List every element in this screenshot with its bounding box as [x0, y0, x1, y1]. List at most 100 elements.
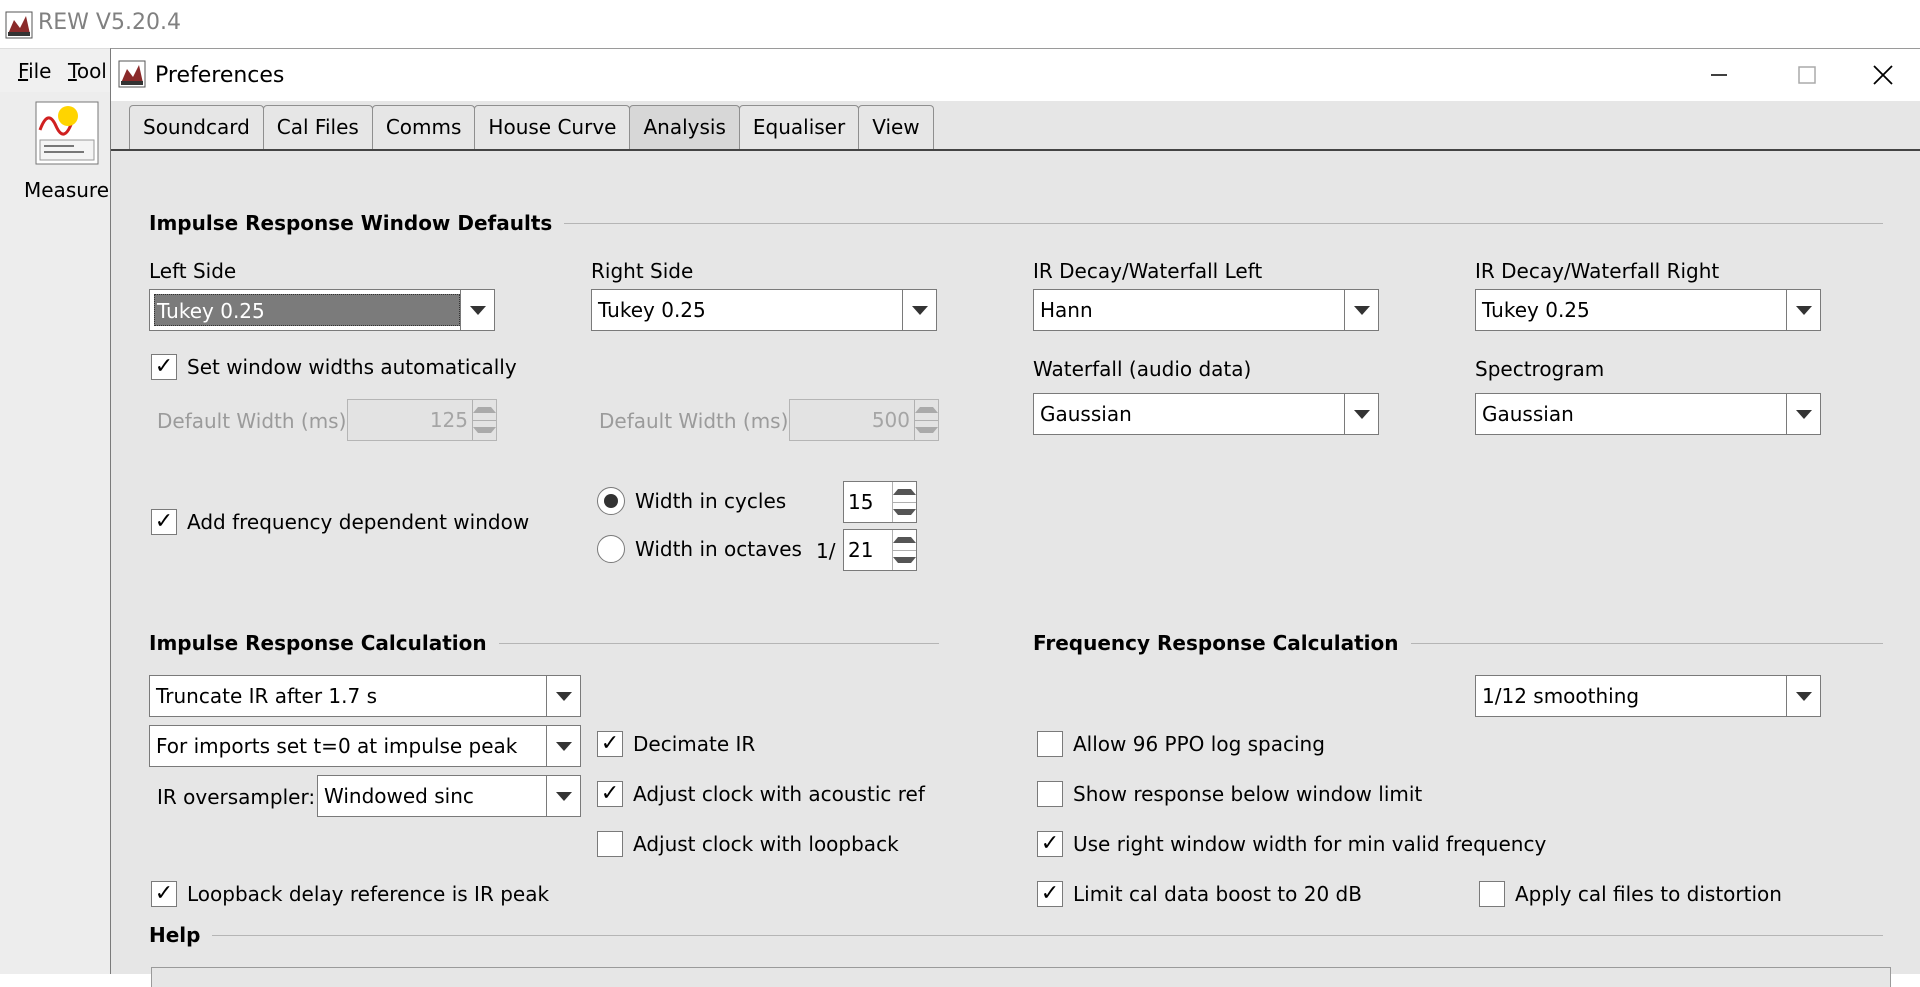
- checkbox-checked-icon[interactable]: ✓: [1037, 881, 1063, 907]
- use-right-width-checkbox[interactable]: ✓ Use right window width for min valid f…: [1037, 831, 1546, 857]
- checkbox-unchecked-icon[interactable]: [1037, 781, 1063, 807]
- ir-oversampler-value: Windowed sinc: [324, 784, 474, 808]
- allow-96-ppo-label: Allow 96 PPO log spacing: [1073, 732, 1325, 756]
- rew-app-icon: [5, 11, 33, 39]
- waterfall-audio-select[interactable]: Gaussian: [1033, 393, 1379, 435]
- close-icon: [1873, 65, 1893, 85]
- menu-tools[interactable]: Tool: [68, 59, 107, 83]
- limit-cal-boost-checkbox[interactable]: ✓ Limit cal data boost to 20 dB: [1037, 881, 1362, 907]
- truncate-ir-value: Truncate IR after 1.7 s: [156, 684, 378, 708]
- apply-cal-distortion-checkbox[interactable]: Apply cal files to distortion: [1479, 881, 1782, 907]
- ir-decay-right-label: IR Decay/Waterfall Right: [1475, 259, 1720, 283]
- chevron-down-icon[interactable]: [460, 290, 494, 330]
- loopback-delay-checkbox[interactable]: ✓ Loopback delay reference is IR peak: [151, 881, 549, 907]
- chevron-down-icon[interactable]: [546, 676, 580, 716]
- section-help: Help: [149, 923, 1883, 947]
- freq-dependent-window-checkbox[interactable]: ✓ Add frequency dependent window: [151, 509, 529, 535]
- width-in-octaves-radio[interactable]: Width in octaves: [597, 535, 802, 563]
- adjust-clock-loopback-label: Adjust clock with loopback: [633, 832, 899, 856]
- chevron-down-icon[interactable]: [1786, 290, 1820, 330]
- measure-icon[interactable]: [34, 100, 100, 166]
- radio-selected-icon[interactable]: [597, 487, 625, 515]
- tab-analysis[interactable]: Analysis: [629, 105, 740, 149]
- width-octaves-spinner[interactable]: 21: [843, 529, 917, 571]
- right-side-select[interactable]: Tukey 0.25: [591, 289, 937, 331]
- width-octaves-value: 21: [848, 538, 874, 562]
- spinner-up-icon[interactable]: [893, 530, 916, 550]
- width-in-cycles-radio[interactable]: Width in cycles: [597, 487, 786, 515]
- measure-button-label[interactable]: Measure: [24, 178, 109, 202]
- set-widths-auto-checkbox[interactable]: ✓ Set window widths automatically: [151, 354, 517, 380]
- width-cycles-spinner[interactable]: 15: [843, 481, 917, 523]
- ir-decay-left-select[interactable]: Hann: [1033, 289, 1379, 331]
- right-side-value: Tukey 0.25: [598, 298, 706, 322]
- chevron-down-icon[interactable]: [1786, 394, 1820, 434]
- checkbox-unchecked-icon[interactable]: [597, 831, 623, 857]
- menu-file[interactable]: File: [18, 59, 51, 83]
- left-side-value: Tukey 0.25: [154, 294, 460, 326]
- checkbox-checked-icon[interactable]: ✓: [151, 881, 177, 907]
- maximize-icon: [1798, 66, 1816, 84]
- smoothing-select[interactable]: 1/12 smoothing: [1475, 675, 1821, 717]
- imports-t0-value: For imports set t=0 at impulse peak: [156, 734, 518, 758]
- set-widths-auto-label: Set window widths automatically: [187, 355, 517, 379]
- imports-t0-select[interactable]: For imports set t=0 at impulse peak: [149, 725, 581, 767]
- tab-equaliser[interactable]: Equaliser: [738, 105, 860, 149]
- spinner-down-icon[interactable]: [473, 419, 496, 441]
- chevron-down-icon[interactable]: [902, 290, 936, 330]
- decimate-ir-checkbox[interactable]: ✓ Decimate IR: [597, 731, 755, 757]
- checkbox-checked-icon[interactable]: ✓: [151, 354, 177, 380]
- allow-96-ppo-checkbox[interactable]: Allow 96 PPO log spacing: [1037, 731, 1325, 757]
- section-title: Help: [149, 923, 201, 947]
- left-default-width-value: 125: [429, 408, 468, 432]
- left-side-select[interactable]: Tukey 0.25: [149, 289, 495, 331]
- show-below-limit-checkbox[interactable]: Show response below window limit: [1037, 781, 1422, 807]
- checkbox-unchecked-icon[interactable]: [1479, 881, 1505, 907]
- checkbox-checked-icon[interactable]: ✓: [597, 781, 623, 807]
- tab-cal-files[interactable]: Cal Files: [262, 105, 373, 149]
- maximize-button[interactable]: [1779, 55, 1835, 95]
- preferences-dialog: Preferences Soundcard Cal Files Comms Ho…: [110, 48, 1920, 987]
- chevron-down-icon[interactable]: [1344, 394, 1378, 434]
- chevron-down-icon[interactable]: [546, 776, 580, 816]
- main-menubar: File Tool: [0, 48, 110, 92]
- right-default-width-value: 500: [871, 408, 910, 432]
- chevron-down-icon[interactable]: [1344, 290, 1378, 330]
- checkbox-unchecked-icon[interactable]: [1037, 731, 1063, 757]
- spinner-down-icon[interactable]: [893, 501, 916, 523]
- spinner-up-icon[interactable]: [915, 400, 938, 420]
- left-default-width-spinner[interactable]: 125: [347, 399, 497, 441]
- main-window-title: REW V5.20.4: [38, 10, 181, 35]
- tab-divider: [111, 149, 1920, 151]
- checkbox-checked-icon[interactable]: ✓: [151, 509, 177, 535]
- dialog-titlebar[interactable]: Preferences: [111, 49, 1920, 101]
- width-in-cycles-label: Width in cycles: [635, 489, 787, 513]
- waterfall-audio-value: Gaussian: [1040, 402, 1132, 426]
- checkbox-checked-icon[interactable]: ✓: [1037, 831, 1063, 857]
- truncate-ir-select[interactable]: Truncate IR after 1.7 s: [149, 675, 581, 717]
- spinner-up-icon[interactable]: [473, 400, 496, 420]
- octaves-prefix: 1/: [816, 539, 836, 563]
- chevron-down-icon[interactable]: [546, 726, 580, 766]
- ir-oversampler-select[interactable]: Windowed sinc: [317, 775, 581, 817]
- minimize-button[interactable]: [1691, 55, 1747, 95]
- help-text-area[interactable]: [151, 967, 1891, 987]
- adjust-clock-acoustic-checkbox[interactable]: ✓ Adjust clock with acoustic ref: [597, 781, 925, 807]
- tab-soundcard[interactable]: Soundcard: [129, 105, 264, 149]
- tab-house-curve[interactable]: House Curve: [474, 105, 631, 149]
- checkbox-checked-icon[interactable]: ✓: [597, 731, 623, 757]
- spectrogram-select[interactable]: Gaussian: [1475, 393, 1821, 435]
- tab-view[interactable]: View: [858, 105, 934, 149]
- spinner-up-icon[interactable]: [893, 482, 916, 502]
- radio-unselected-icon[interactable]: [597, 535, 625, 563]
- adjust-clock-loopback-checkbox[interactable]: Adjust clock with loopback: [597, 831, 899, 857]
- smoothing-value: 1/12 smoothing: [1482, 684, 1640, 708]
- tab-comms[interactable]: Comms: [371, 105, 476, 149]
- right-default-width-spinner[interactable]: 500: [789, 399, 939, 441]
- close-button[interactable]: [1855, 55, 1911, 95]
- chevron-down-icon[interactable]: [1786, 676, 1820, 716]
- minimize-icon: [1711, 74, 1727, 76]
- ir-decay-right-select[interactable]: Tukey 0.25: [1475, 289, 1821, 331]
- spinner-down-icon[interactable]: [915, 419, 938, 441]
- spinner-down-icon[interactable]: [893, 549, 916, 571]
